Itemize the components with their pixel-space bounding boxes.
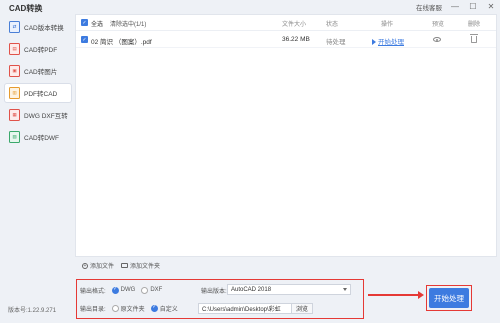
format-dxf-radio[interactable] — [141, 286, 149, 294]
column-header-size: 文件大小 — [282, 22, 307, 28]
output-path-field[interactable]: C:\Users\admin\Desktop\彩虹 — [198, 303, 294, 314]
file-size: 36.22 MB — [282, 36, 310, 43]
dir-original-label: 原文件夹 — [120, 306, 145, 313]
output-format-row: 输出格式: DWG DXF — [80, 284, 162, 296]
sidebar-item-label: CAD转DWF — [24, 135, 60, 142]
sidebar-item-label: CAD版本转换 — [24, 25, 64, 32]
sidebar-item-label: DWG DXF互转 — [24, 113, 68, 120]
dwg-dxf-icon: ▦ — [9, 109, 20, 121]
delete-trash-icon[interactable] — [470, 34, 478, 43]
dwf-icon: ▧ — [9, 131, 20, 143]
output-dir-label: 输出目录: — [80, 306, 106, 313]
app-title: CAD转换 — [9, 4, 43, 13]
sidebar-item-label: PDF转CAD — [24, 91, 58, 98]
add-file-label: 添加文件 — [90, 264, 115, 270]
dir-custom-label: 自定义 — [159, 306, 178, 313]
format-dxf-label: DXF — [150, 287, 163, 293]
browse-button[interactable]: 浏览 — [291, 303, 313, 314]
pdf-to-cad-icon: ▥ — [9, 87, 20, 99]
sidebar-item-label: CAD转图片 — [24, 69, 58, 76]
sidebar-item-label: CAD转PDF — [24, 47, 58, 54]
close-icon[interactable]: ✕ — [486, 2, 496, 12]
sidebar-item-cad-to-dwf[interactable]: ▧ CAD转DWF — [5, 128, 71, 146]
preview-eye-icon[interactable] — [433, 37, 441, 42]
file-name: 02 简识 （图案）.pdf — [91, 39, 152, 46]
version-label: 版本号:1.22.9.271 — [8, 308, 57, 314]
folder-icon — [121, 263, 128, 268]
clear-selected-button[interactable]: 清除选中(1/1) — [110, 19, 146, 28]
title-controls: 在线客服 — ☐ ✕ — [416, 2, 496, 13]
add-file-button[interactable]: + 添加文件 — [82, 261, 114, 270]
chevron-down-icon — [343, 288, 347, 291]
sidebar-item-cad-to-image[interactable]: ▣ CAD转图片 — [5, 62, 71, 80]
select-all-checkbox[interactable]: ✓ — [81, 19, 88, 26]
select-all-label: 全选 — [91, 22, 104, 28]
row-checkbox[interactable]: ✓ — [81, 36, 88, 43]
add-file-bar: + 添加文件 添加文件夹 — [76, 260, 498, 272]
output-dir-row: 输出目录: 原文件夹 自定义 — [80, 302, 178, 314]
start-process-link[interactable]: 开始处理 — [372, 36, 404, 46]
sidebar-item-dwg-dxf[interactable]: ▦ DWG DXF互转 — [5, 106, 71, 124]
minimize-icon[interactable]: — — [450, 2, 460, 12]
sidebar-item-pdf-to-cad[interactable]: ▥ PDF转CAD — [5, 84, 71, 102]
output-version-value: AutoCAD 2018 — [231, 286, 272, 293]
play-icon — [372, 39, 376, 46]
output-format-label: 输出格式: — [80, 288, 106, 295]
online-help-link[interactable]: 在线客服 — [416, 2, 442, 12]
output-version-select[interactable]: AutoCAD 2018 — [227, 284, 351, 295]
file-status: 待处理 — [326, 39, 346, 46]
sidebar-item-cad-version[interactable]: ⇄ CAD版本转换 — [5, 18, 71, 36]
app-window: CAD转换 在线客服 — ☐ ✕ ⇄ CAD版本转换 ▤ CAD转PDF ▣ C… — [0, 0, 500, 323]
dir-custom-radio[interactable] — [150, 304, 158, 312]
maximize-icon[interactable]: ☐ — [468, 2, 478, 12]
table-row[interactable]: ✓ 02 简识 （图案）.pdf 36.22 MB 待处理 开始处理 — [76, 32, 496, 48]
column-header-preview: 预览 — [432, 22, 445, 28]
column-header-action: 操作 — [381, 22, 394, 28]
format-dwg-label: DWG — [120, 287, 136, 293]
column-header-delete: 删除 — [468, 22, 481, 28]
add-folder-button[interactable]: 添加文件夹 — [121, 261, 160, 270]
cad-version-icon: ⇄ — [9, 21, 20, 33]
start-process-button[interactable]: 开始处理 — [429, 288, 469, 308]
column-header-status: 状态 — [326, 22, 339, 28]
table-header: ✓ 全选 清除选中(1/1) 文件大小 状态 操作 预览 删除 — [76, 15, 496, 31]
pdf-icon: ▤ — [9, 43, 20, 55]
start-button-highlight: 开始处理 — [426, 285, 472, 311]
add-folder-label: 添加文件夹 — [130, 264, 161, 270]
output-version-label: 输出版本: — [201, 289, 227, 295]
output-settings-highlight: 输出格式: DWG DXF 输出版本: AutoCAD 2018 输出目录: 原… — [76, 279, 364, 319]
dir-original-radio[interactable] — [111, 304, 119, 312]
file-list-panel: ✓ 全选 清除选中(1/1) 文件大小 状态 操作 预览 删除 ✓ 02 简识 … — [75, 14, 497, 270]
arrow-icon — [368, 291, 424, 299]
format-dwg-radio[interactable] — [111, 286, 119, 294]
start-process-label: 开始处理 — [378, 39, 404, 46]
add-circle-icon: + — [82, 262, 88, 269]
sidebar-item-cad-to-pdf[interactable]: ▤ CAD转PDF — [5, 40, 71, 58]
sidebar: ⇄ CAD版本转换 ▤ CAD转PDF ▣ CAD转图片 ▥ PDF转CAD ▦… — [0, 16, 74, 323]
image-icon: ▣ — [9, 65, 20, 77]
output-path-value: C:\Users\admin\Desktop\彩虹 — [202, 307, 281, 313]
